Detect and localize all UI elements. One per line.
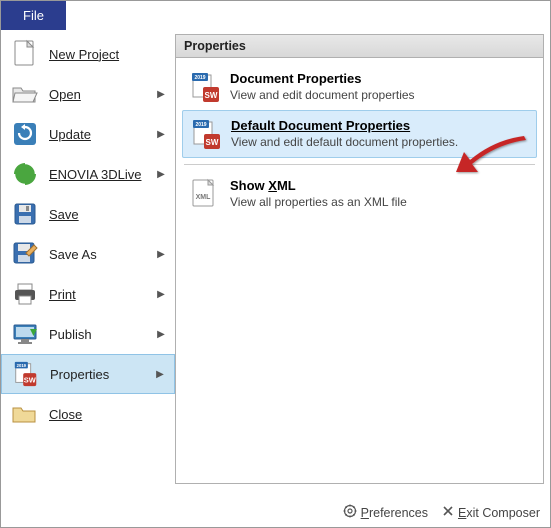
svg-text:2019: 2019	[195, 122, 206, 128]
chevron-right-icon: ▶	[153, 129, 169, 140]
prop-desc: View and edit default document propertie…	[231, 135, 458, 149]
prop-show-xml[interactable]: XML Show XML View all properties as an X…	[182, 171, 537, 217]
svg-text:SW: SW	[205, 91, 218, 100]
menu-open[interactable]: Open ▶	[1, 74, 175, 114]
save-icon	[11, 200, 39, 228]
svg-text:SW: SW	[206, 138, 219, 147]
prop-title: Document Properties	[230, 71, 415, 86]
menu-label: Publish	[49, 327, 153, 342]
print-icon	[11, 280, 39, 308]
preferences-button[interactable]: Preferences	[343, 504, 428, 521]
update-icon	[11, 120, 39, 148]
new-project-icon	[11, 40, 39, 68]
svg-text:SW: SW	[24, 375, 37, 384]
menu-label: New Project	[49, 47, 169, 62]
menu-label: Close	[49, 407, 169, 422]
menu-properties[interactable]: 2019 SW Properties ▶	[1, 354, 175, 394]
chevron-right-icon: ▶	[153, 289, 169, 300]
prop-default-document-properties[interactable]: 2019 SW Default Document Properties View …	[182, 110, 537, 158]
exit-composer-button[interactable]: Exit Composer	[442, 504, 540, 521]
menu-label: Open	[49, 87, 153, 102]
chevron-right-icon: ▶	[153, 329, 169, 340]
enovia-icon	[11, 160, 39, 188]
menu-print[interactable]: Print ▶	[1, 274, 175, 314]
chevron-right-icon: ▶	[153, 249, 169, 260]
menu-label: Save	[49, 207, 169, 222]
prop-text: Show XML View all properties as an XML f…	[230, 177, 407, 211]
menu-new-project[interactable]: New Project	[1, 34, 175, 74]
menu-label: Update	[49, 127, 153, 142]
file-tab[interactable]: File	[1, 1, 66, 30]
chevron-right-icon: ▶	[152, 369, 168, 380]
menu-save[interactable]: Save	[1, 194, 175, 234]
chevron-right-icon: ▶	[153, 169, 169, 180]
document-properties-icon: 2019 SW	[188, 70, 222, 104]
close-folder-icon	[11, 400, 39, 428]
prop-document-properties[interactable]: 2019 SW Document Properties View and edit…	[182, 64, 537, 110]
svg-text:XML: XML	[196, 194, 212, 201]
menu-update[interactable]: Update ▶	[1, 114, 175, 154]
xml-icon: XML	[188, 177, 222, 211]
panel-header: Properties	[176, 35, 543, 58]
prop-title: Default Document Properties	[231, 118, 458, 133]
menu-save-as[interactable]: Save As ▶	[1, 234, 175, 274]
gear-icon	[343, 504, 357, 521]
preferences-label: Preferences	[361, 506, 428, 520]
publish-icon	[11, 320, 39, 348]
prop-desc: View and edit document properties	[230, 88, 415, 102]
menu-publish[interactable]: Publish ▶	[1, 314, 175, 354]
properties-panel: Properties 2019 SW Document Properties Vi…	[175, 34, 544, 484]
panel-body: 2019 SW Document Properties View and edit…	[176, 58, 543, 223]
save-as-icon	[11, 240, 39, 268]
properties-icon: 2019 SW	[12, 360, 40, 388]
divider	[184, 164, 535, 165]
prop-desc: View all properties as an XML file	[230, 195, 407, 209]
chevron-right-icon: ▶	[153, 89, 169, 100]
footer: Preferences Exit Composer	[343, 504, 540, 521]
menu-enovia[interactable]: ENOVIA 3DLive ▶	[1, 154, 175, 194]
open-folder-icon	[11, 80, 39, 108]
menu-label: ENOVIA 3DLive	[49, 167, 153, 182]
prop-text: Document Properties View and edit docume…	[230, 70, 415, 104]
file-menu: New Project Open ▶ Update ▶ ENOVIA 3DLiv…	[1, 30, 175, 488]
menu-label: Save As	[49, 247, 153, 262]
prop-text: Default Document Properties View and edi…	[231, 117, 458, 151]
main-row: New Project Open ▶ Update ▶ ENOVIA 3DLiv…	[1, 30, 550, 488]
close-icon	[442, 505, 454, 520]
menu-label: Print	[49, 287, 153, 302]
menu-label: Properties	[50, 367, 152, 382]
prop-title: Show XML	[230, 178, 407, 193]
exit-label: Exit Composer	[458, 506, 540, 520]
default-document-properties-icon: 2019 SW	[189, 117, 223, 151]
svg-text:2019: 2019	[17, 363, 27, 368]
svg-text:2019: 2019	[194, 75, 205, 81]
menu-close[interactable]: Close	[1, 394, 175, 434]
